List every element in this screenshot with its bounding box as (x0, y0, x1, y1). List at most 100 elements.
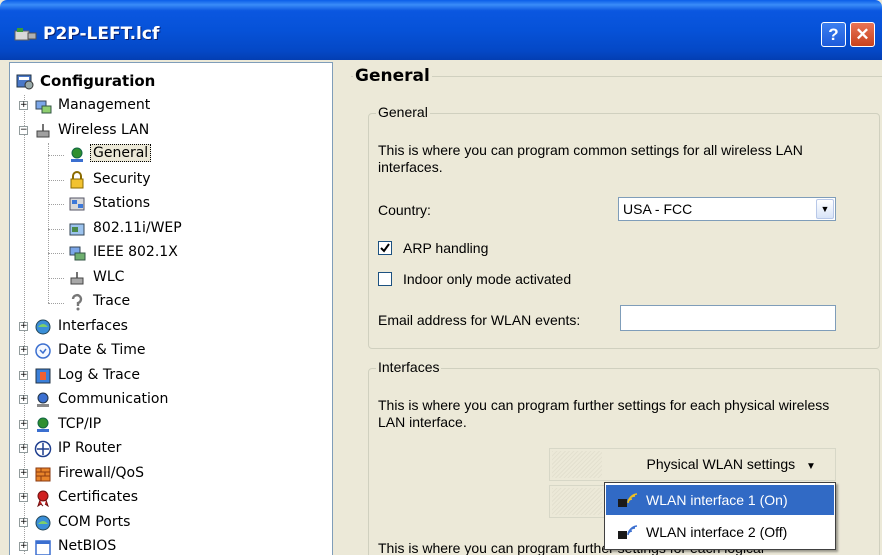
email-label: Email address for WLAN events: (378, 312, 581, 328)
expand-icon[interactable]: + (19, 469, 28, 478)
wlc-icon (70, 272, 84, 285)
physical-wlan-settings-label: Physical WLAN settings (646, 456, 796, 472)
tree-item-tcp-ip[interactable]: + TCP/IP (10, 413, 330, 437)
tree-item-certificates[interactable]: + Certificates (10, 486, 330, 510)
help-button[interactable]: ? (821, 22, 846, 47)
ieee-icon (69, 246, 86, 261)
expand-icon[interactable]: + (19, 346, 28, 355)
tree-item-label: Firewall/QoS (58, 465, 144, 481)
tree-item-label: WLC (93, 269, 125, 285)
netbios-icon (35, 540, 51, 555)
firewall-icon (35, 467, 51, 482)
general-group-legend: General (376, 104, 430, 120)
clock-icon (35, 343, 51, 359)
close-button[interactable]: ✕ (850, 22, 875, 47)
expand-icon[interactable]: + (19, 322, 28, 331)
certificate-icon (37, 490, 49, 507)
tree-item-802-11i-wep[interactable]: 802.11i/WEP (10, 217, 330, 241)
tree-item-wlc[interactable]: WLC (10, 266, 330, 290)
tree-item-label: Interfaces (58, 318, 128, 334)
tree-item-label: COM Ports (58, 514, 131, 530)
tree-item-label: IEEE 802.1X (93, 244, 178, 260)
tree-item-management[interactable]: + Management (10, 94, 330, 118)
interfaces-icon (35, 319, 51, 335)
tree-item-wireless-lan[interactable]: − Wireless LAN (10, 119, 330, 143)
tree-item-label: 802.11i/WEP (93, 220, 182, 236)
wlan-interface-menu[interactable]: WLAN interface 1 (On) WLAN interface 2 (… (604, 482, 836, 550)
menu-item-label: WLAN interface 1 (On) (646, 492, 788, 508)
expand-icon[interactable]: + (19, 371, 28, 380)
tree-item-label: NetBIOS (58, 538, 117, 554)
menu-item-label: WLAN interface 2 (Off) (646, 524, 788, 540)
tree-item-ieee-802-1x[interactable]: IEEE 802.1X (10, 241, 330, 265)
expand-icon[interactable]: + (19, 395, 28, 404)
page-title: General (353, 66, 432, 86)
email-input[interactable] (620, 305, 836, 331)
expand-icon[interactable]: + (19, 420, 28, 429)
wireless-signal-icon (618, 493, 638, 507)
communication-icon (37, 392, 49, 407)
tree-item-security[interactable]: Security (10, 168, 330, 192)
title-bar[interactable]: P2P-LEFT.lcf ? ✕ (0, 0, 882, 60)
tree-item-label: Log & Trace (58, 367, 140, 383)
interfaces-description: This is where you can program further se… (378, 397, 830, 430)
dropdown-arrow-icon: ▼ (806, 461, 816, 472)
lcf-file-icon (14, 28, 37, 41)
expand-icon[interactable]: + (19, 444, 28, 453)
indoor-checkbox[interactable] (378, 272, 392, 286)
configuration-tree[interactable]: Configuration + Management − Wireless LA… (9, 62, 333, 555)
tree-item-netbios[interactable]: + NetBIOS (10, 535, 330, 555)
tree-item-label: Stations (93, 195, 151, 211)
router-icon (34, 440, 52, 458)
tree-item-date-time[interactable]: + Date & Time (10, 339, 330, 363)
collapse-icon[interactable]: − (19, 126, 28, 135)
expand-icon[interactable]: + (19, 101, 28, 110)
arp-checkbox[interactable] (378, 241, 392, 255)
stations-icon (69, 197, 85, 211)
tree-item-label: Date & Time (58, 342, 146, 358)
country-label: Country: (378, 202, 431, 218)
management-icon (35, 100, 52, 114)
tree-item-ip-router[interactable]: + IP Router (10, 437, 330, 461)
tcpip-icon (37, 417, 49, 432)
arp-label[interactable]: ARP handling (403, 240, 488, 257)
button-hatch (552, 488, 602, 515)
tree-item-general[interactable]: General (10, 143, 330, 167)
tree-item-label: Wireless LAN (58, 122, 150, 138)
wireless-signal-icon (618, 525, 638, 539)
indoor-label[interactable]: Indoor only mode activated (403, 271, 571, 288)
tree-root[interactable]: Configuration (10, 69, 330, 93)
general-description: This is where you can program common set… (378, 142, 803, 175)
expand-icon[interactable]: + (19, 518, 28, 527)
tree-item-label: Trace (93, 293, 131, 309)
configuration-icon (16, 74, 34, 90)
general-icon (71, 147, 83, 162)
menu-item-wlan-interface-2[interactable]: WLAN interface 2 (Off) (606, 517, 834, 547)
trace-icon (71, 293, 83, 311)
tree-item-communication[interactable]: + Communication (10, 388, 330, 412)
expand-icon[interactable]: + (19, 493, 28, 502)
tree-item-trace[interactable]: Trace (10, 290, 330, 314)
settings-panel: General General This is where you can pr… (341, 62, 882, 555)
expand-icon[interactable]: + (19, 542, 28, 551)
country-value: USA - FCC (623, 201, 693, 217)
physical-wlan-settings-button[interactable]: Physical WLAN settings ▼ (549, 448, 836, 481)
menu-item-wlan-interface-1[interactable]: WLAN interface 1 (On) (606, 485, 834, 515)
button-hatch (552, 451, 602, 478)
tree-item-label: Security (93, 171, 151, 187)
tree-item-interfaces[interactable]: + Interfaces (10, 315, 330, 339)
chevron-down-icon[interactable]: ▼ (816, 199, 834, 219)
interfaces-group-legend: Interfaces (376, 359, 442, 375)
tree-item-label: General (90, 144, 152, 162)
tree-item-stations[interactable]: Stations (10, 192, 330, 216)
tree-item-com-ports[interactable]: + COM Ports (10, 511, 330, 535)
tree-item-label: Certificates (58, 489, 139, 505)
checkmark-icon (380, 243, 390, 253)
tree-item-log-trace[interactable]: + Log & Trace (10, 364, 330, 388)
country-select[interactable]: USA - FCC ▼ (618, 197, 836, 221)
tree-root-label: Configuration (40, 72, 156, 90)
tree-item-label: IP Router (58, 440, 122, 456)
tree-item-label: TCP/IP (58, 416, 102, 432)
wireless-lan-icon (36, 124, 50, 138)
tree-item-firewall-qos[interactable]: + Firewall/QoS (10, 462, 330, 486)
